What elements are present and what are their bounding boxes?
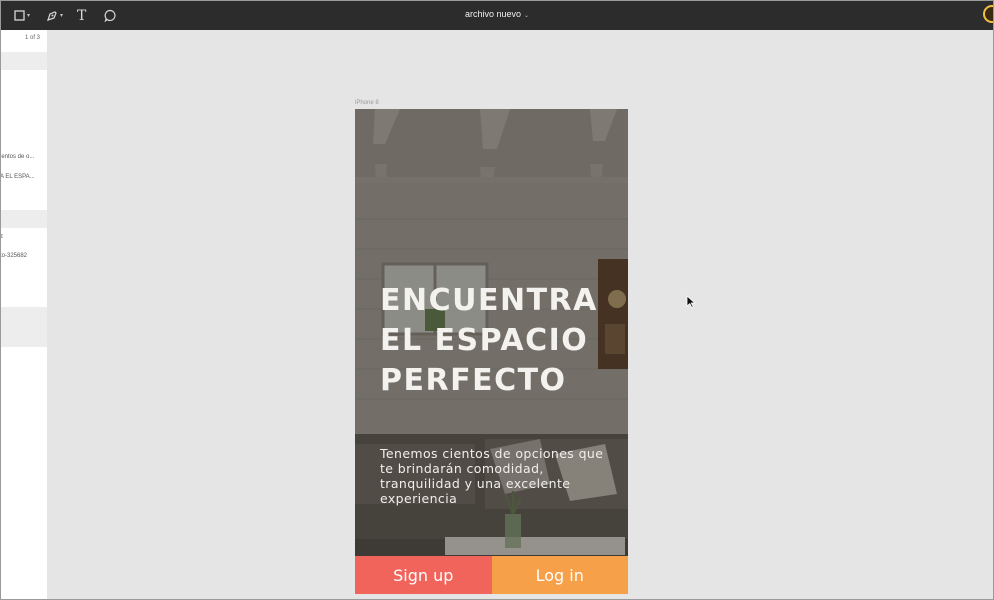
mouse-cursor-icon (686, 295, 696, 309)
file-title-menu[interactable]: archivo nuevo ⌄ (0, 9, 994, 19)
layer-item[interactable]: to-325682 (0, 253, 27, 259)
frame-label[interactable]: iPhone 8 (355, 100, 379, 106)
panel-section (0, 52, 47, 70)
layer-item[interactable]: z (0, 234, 3, 240)
page-count[interactable]: 1 of 3 (25, 35, 40, 41)
chevron-down-icon: ⌄ (524, 13, 530, 19)
top-toolbar: ▾ ▾ T archivo nuevo ⌄ (0, 0, 994, 30)
layers-panel: 1 of 3 ientos de o... A EL ESPA... z to-… (0, 30, 47, 600)
layer-item[interactable]: A EL ESPA... (0, 174, 35, 180)
phone-frame[interactable]: ENCUENTRA EL ESPACIO PERFECTO Tenemos ci… (355, 109, 628, 594)
panel-section (0, 307, 47, 347)
layer-item[interactable]: ientos de o... (0, 154, 34, 160)
avatar[interactable] (983, 5, 994, 23)
hero-description: Tenemos cientos de opciones que te brind… (380, 446, 604, 506)
hero-headline: ENCUENTRA EL ESPACIO PERFECTO (380, 283, 598, 398)
file-title: archivo nuevo (464, 9, 521, 19)
login-button[interactable]: Log in (491, 556, 628, 594)
panel-section (0, 210, 47, 228)
signup-button[interactable]: Sign up (355, 556, 492, 594)
